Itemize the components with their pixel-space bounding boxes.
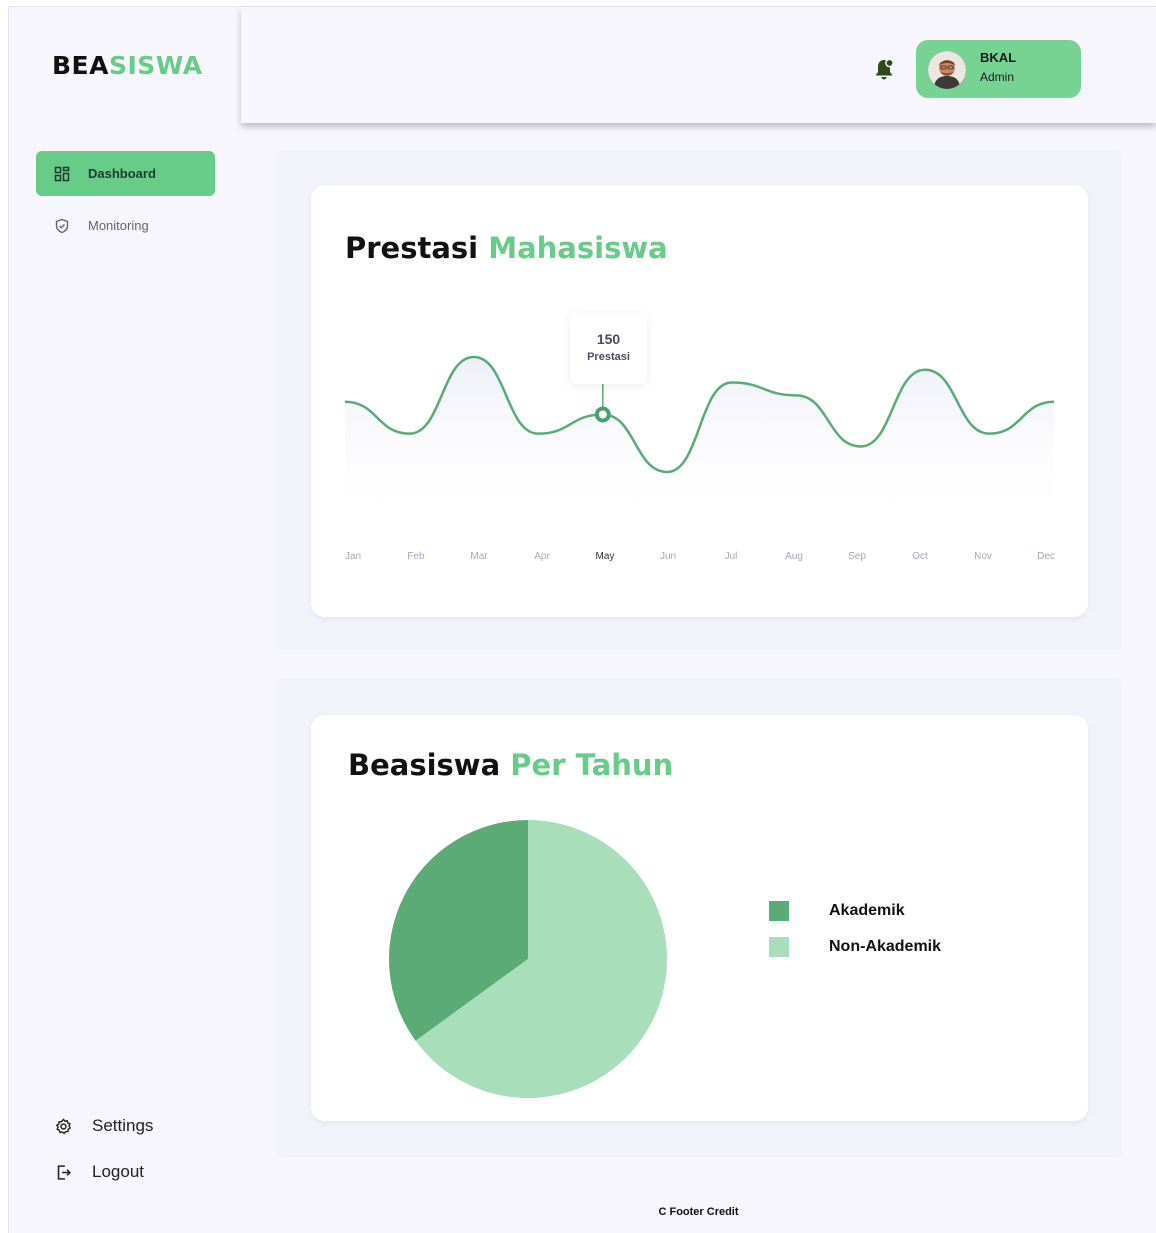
footer-credit: C Footer Credit	[658, 1206, 739, 1218]
logo-text-accent: SISWA	[108, 51, 203, 80]
shield-icon	[55, 218, 69, 233]
top-header: BKAL Admin	[241, 7, 1156, 123]
x-tick-label: Sep	[848, 551, 866, 562]
gear-icon	[55, 1117, 72, 1134]
logout-label: Logout	[92, 1162, 144, 1181]
prestasi-line-chart[interactable]	[311, 185, 1088, 617]
dashboard-icon	[54, 166, 70, 181]
legend-swatch	[769, 901, 789, 921]
settings-button[interactable]: Settings	[55, 1116, 153, 1136]
tooltip-value: 150	[596, 331, 621, 347]
beasiswa-title-main: Beasiswa	[348, 748, 501, 782]
logout-icon	[57, 1164, 71, 1180]
x-tick-label: Dec	[1037, 551, 1055, 562]
user-name: BKAL	[980, 50, 1017, 65]
x-tick-label: Oct	[912, 551, 928, 562]
prestasi-card: Prestasi Mahasiswa 150 Prestasi Jan Feb Ma…	[311, 185, 1088, 617]
sidebar-item-label: Dashboard	[88, 166, 156, 181]
sidebar-item-dashboard[interactable]: Dashboard	[36, 151, 215, 196]
tooltip-label: Prestasi	[587, 351, 630, 363]
sidebar-item-label: Monitoring	[88, 218, 149, 233]
x-tick-label: Nov	[974, 551, 992, 562]
series-area	[345, 357, 1054, 525]
sidebar-item-monitoring[interactable]: Monitoring	[36, 203, 215, 248]
logout-button[interactable]: Logout	[55, 1162, 144, 1182]
legend-item-akademik: Akademik	[769, 901, 905, 921]
settings-label: Settings	[92, 1116, 154, 1135]
x-tick-label: Jul	[724, 551, 738, 562]
legend-item-non-akademik: Non-Akademik	[769, 937, 941, 957]
app-logo[interactable]: BEASISWA	[52, 51, 203, 80]
legend-label: Non-Akademik	[829, 938, 942, 955]
avatar	[928, 51, 966, 89]
footer: C Footer Credit	[241, 1186, 1156, 1233]
logo-text-primary: BEA	[52, 51, 109, 80]
legend-label: Akademik	[829, 902, 905, 919]
user-profile-card[interactable]: BKAL Admin	[916, 40, 1081, 98]
notification-bell-icon[interactable]	[873, 57, 895, 81]
x-tick-label: May	[595, 551, 615, 562]
x-tick-label: Jun	[659, 551, 677, 562]
chart-tooltip: 150 Prestasi	[570, 313, 647, 384]
x-tick-label: Jan	[344, 551, 362, 562]
beasiswa-title: Beasiswa Per Tahun	[348, 748, 673, 782]
x-tick-label: Aug	[785, 551, 803, 562]
beasiswa-title-accent: Per Tahun	[510, 748, 674, 782]
user-role: Admin	[980, 70, 1015, 84]
beasiswa-panel: Beasiswa Per Tahun Akademik Non-Akademik	[276, 679, 1122, 1157]
prestasi-panel: Prestasi Mahasiswa 150 Prestasi Jan Feb Ma…	[276, 151, 1122, 650]
sidebar: BEASISWA Dashboard Monitoring Settings L…	[9, 7, 241, 1233]
legend-swatch	[769, 937, 789, 957]
beasiswa-card: Beasiswa Per Tahun Akademik Non-Akademik	[311, 715, 1088, 1121]
highlight-point[interactable]	[594, 406, 611, 423]
x-tick-label: Mar	[470, 551, 488, 562]
x-tick-label: Feb	[407, 551, 425, 562]
x-tick-label: Apr	[534, 551, 550, 562]
beasiswa-pie-chart[interactable]	[378, 809, 678, 1109]
